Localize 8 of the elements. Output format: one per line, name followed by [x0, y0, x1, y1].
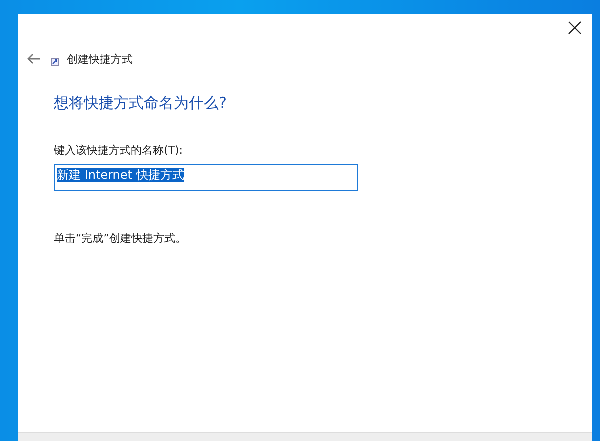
shortcut-icon — [51, 58, 59, 66]
back-arrow-icon[interactable] — [27, 53, 41, 65]
window-title: 创建快捷方式 — [67, 52, 133, 66]
field-label: 键入该快捷方式的名称(T): — [54, 143, 184, 158]
close-icon[interactable] — [568, 21, 582, 35]
instruction-text: 单击“完成”创建快捷方式。 — [54, 231, 188, 246]
name-input-field[interactable]: 新建 Internet 快捷方式 — [54, 164, 358, 191]
wizard-heading: 想将快捷方式命名为什么? — [54, 94, 228, 113]
